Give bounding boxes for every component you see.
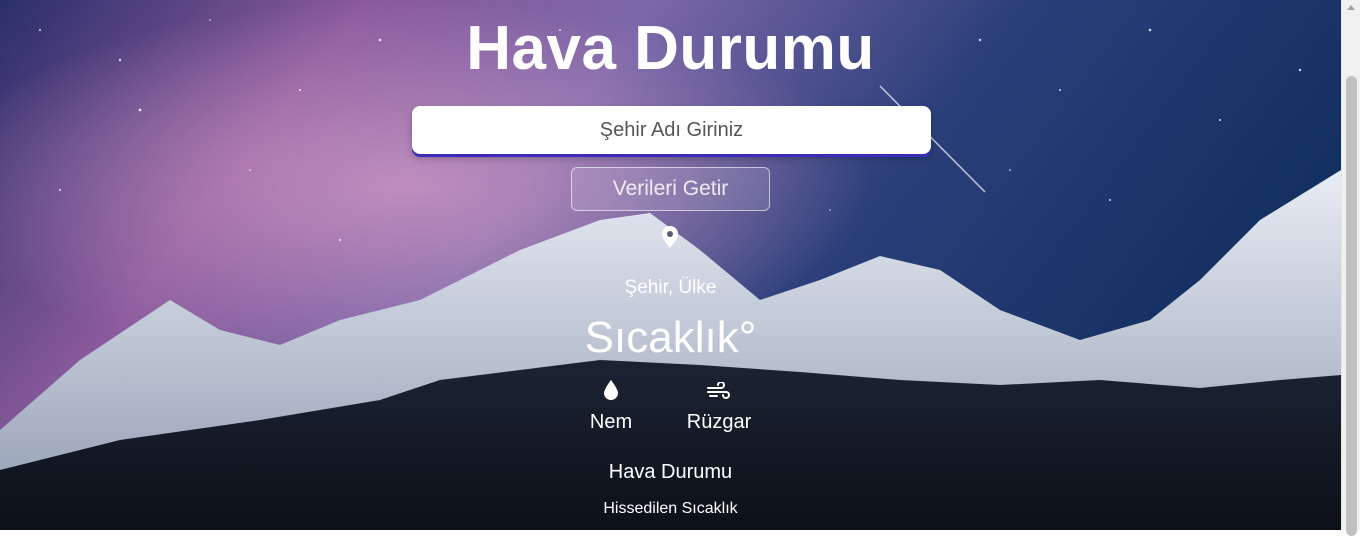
weather-description: Hava Durumu — [608, 461, 733, 483]
wind-label: Rüzgar — [686, 411, 752, 433]
page-scrollbar[interactable] — [1341, 0, 1360, 536]
fetch-data-button[interactable]: Verileri Getir — [571, 167, 770, 211]
water-drop-icon — [604, 380, 618, 400]
wind-icon — [707, 382, 730, 399]
location-pin-icon — [662, 226, 678, 248]
feels-like-label: Hissedilen Sıcaklık — [603, 500, 738, 517]
scrollbar-thumb[interactable] — [1346, 76, 1357, 536]
humidity-label: Nem — [589, 411, 633, 433]
city-country-label: Şehir, Ülke — [624, 277, 717, 298]
scroll-up-arrow[interactable] — [1347, 5, 1355, 10]
app-title: Hava Durumu — [466, 14, 875, 83]
temperature-value: Sıcaklık° — [584, 313, 757, 362]
city-search-input[interactable] — [412, 106, 931, 154]
